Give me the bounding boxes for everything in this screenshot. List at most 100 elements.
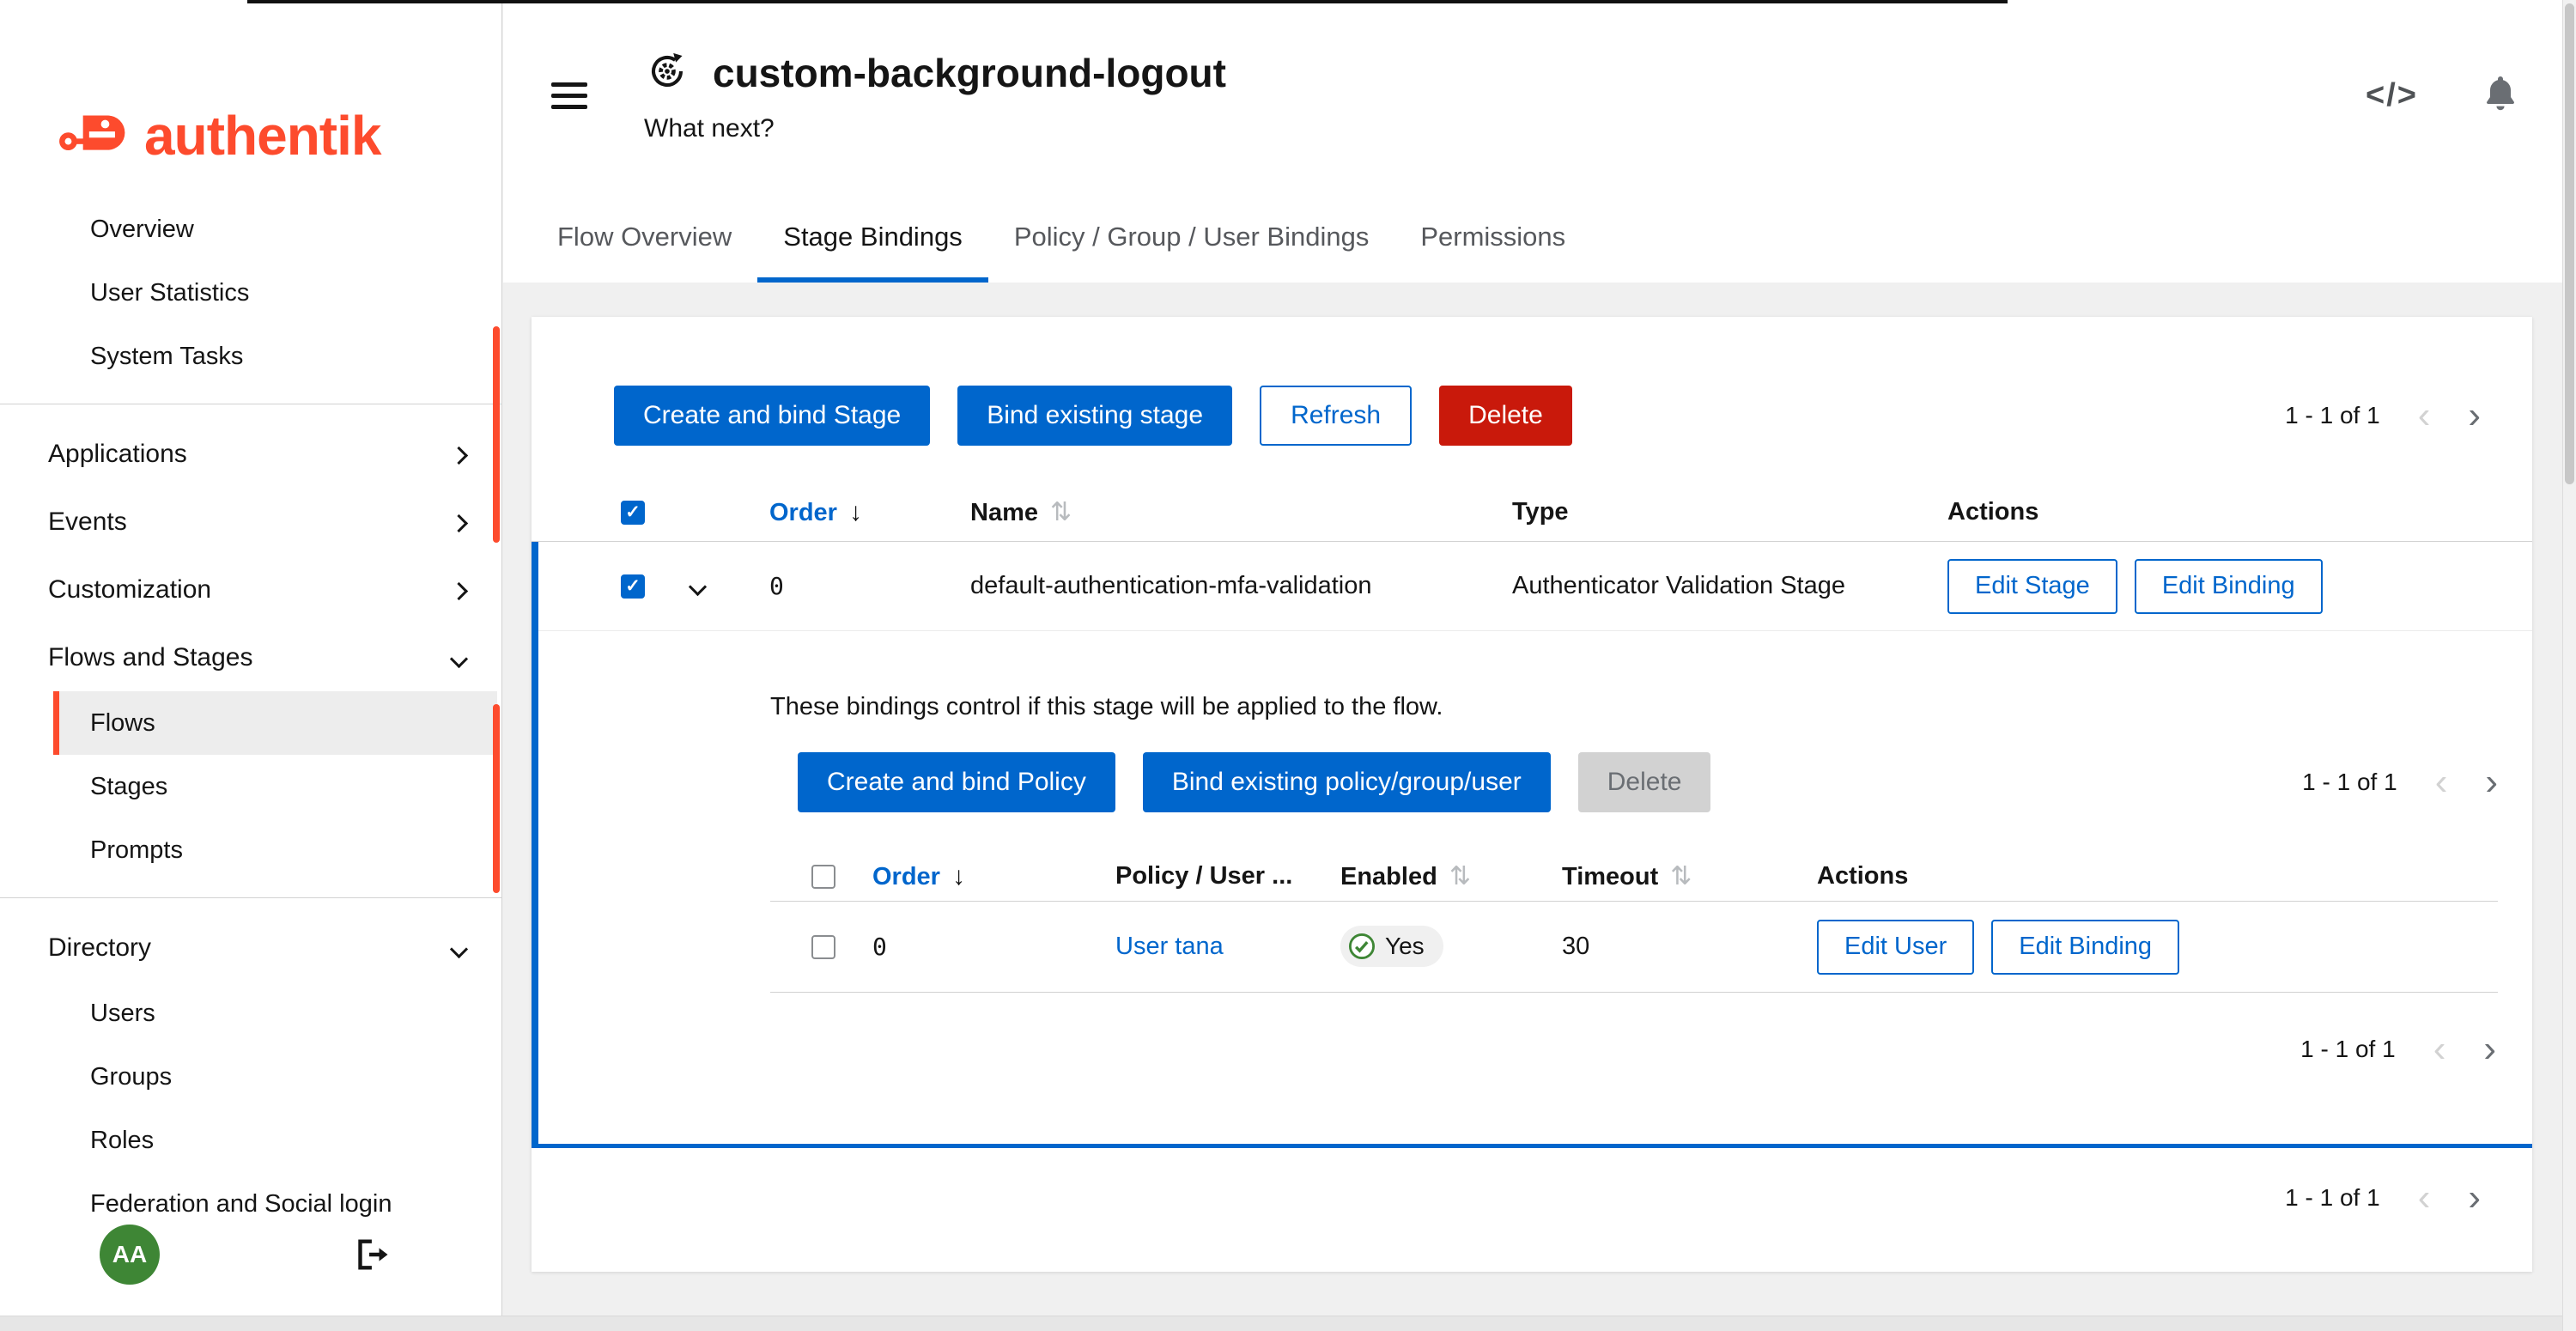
stage-row-group: 0 default-authentication-mfa-validation … xyxy=(532,542,2532,1148)
column-timeout[interactable]: Timeout xyxy=(1562,863,1658,890)
column-order[interactable]: Order xyxy=(872,863,940,890)
notifications-bell-icon[interactable] xyxy=(2480,73,2521,119)
stage-bindings-toolbar: Create and bind Stage Bind existing stag… xyxy=(532,317,2532,446)
edit-binding-button[interactable]: Edit Binding xyxy=(2135,559,2323,614)
create-and-bind-stage-button[interactable]: Create and bind Stage xyxy=(614,386,930,446)
sidebar-section-applications[interactable]: Applications xyxy=(0,420,501,488)
scrollbar-thumb[interactable] xyxy=(2565,3,2574,484)
window-top-edge xyxy=(247,0,2008,3)
sidebar-item-users[interactable]: Users xyxy=(0,982,501,1045)
column-order[interactable]: Order xyxy=(769,499,837,526)
title-block: custom-background-logout What next? xyxy=(644,48,1226,143)
column-policy-user: Policy / User ... xyxy=(1115,862,1292,890)
pagination-prev-icon[interactable]: ‹ xyxy=(2435,763,2448,801)
sidebar-section-directory[interactable]: Directory xyxy=(0,914,501,982)
stage-bindings-card: Create and bind Stage Bind existing stag… xyxy=(532,317,2532,1272)
sidebar-section-customization[interactable]: Customization xyxy=(0,556,501,623)
column-type: Type xyxy=(1512,498,1569,526)
bind-existing-stage-button[interactable]: Bind existing stage xyxy=(957,386,1232,446)
row-order: 0 xyxy=(769,572,784,600)
pagination-prev-icon[interactable]: ‹ xyxy=(2418,1179,2431,1217)
tab-policy-group-user-bindings[interactable]: Policy / Group / User Bindings xyxy=(988,191,1395,283)
refresh-button[interactable]: Refresh xyxy=(1260,386,1412,446)
tab-flow-overview[interactable]: Flow Overview xyxy=(532,191,757,283)
sidebar-item-flows[interactable]: Flows xyxy=(53,691,497,755)
row-expand-chevron-icon[interactable] xyxy=(691,572,704,599)
edit-binding-button[interactable]: Edit Binding xyxy=(1991,920,2179,975)
sidebar-footer: AA xyxy=(0,1221,501,1290)
policy-pagination-bottom: 1 - 1 of 1 ‹ › xyxy=(770,1030,2498,1068)
sidebar-scroll-indicator[interactable] xyxy=(493,704,500,893)
sidebar-item-user-statistics[interactable]: User Statistics xyxy=(0,261,501,325)
sidebar-nav: Overview User Statistics System Tasks Ap… xyxy=(0,198,501,1236)
stage-table-header: Order ↓ Name ⇅ Type Actions xyxy=(532,483,2532,542)
avatar[interactable]: AA xyxy=(100,1225,160,1285)
sort-icon: ⇅ xyxy=(1449,862,1471,890)
delete-policy-binding-button[interactable]: Delete xyxy=(1578,752,1711,812)
row-checkbox[interactable] xyxy=(811,935,835,959)
pagination-next-icon[interactable]: › xyxy=(2483,1030,2496,1068)
header-actions: </> xyxy=(2366,73,2562,119)
column-enabled[interactable]: Enabled xyxy=(1340,863,1437,890)
page-subtitle: What next? xyxy=(644,114,1226,143)
policy-table-row[interactable]: 0 User tana Yes 30 xyxy=(770,902,2498,993)
sidebar-section-events[interactable]: Events xyxy=(0,488,501,556)
flow-icon xyxy=(644,48,690,99)
sidebar: authentik Overview User Statistics Syste… xyxy=(0,0,502,1316)
authentik-logo-icon xyxy=(58,109,132,163)
chevron-right-icon xyxy=(453,440,465,469)
sidebar-item-prompts[interactable]: Prompts xyxy=(0,818,501,882)
tab-permissions[interactable]: Permissions xyxy=(1394,191,1591,283)
row-checkbox[interactable] xyxy=(621,574,645,599)
hamburger-menu-icon[interactable] xyxy=(551,76,587,116)
column-name[interactable]: Name xyxy=(970,499,1038,526)
page-title: custom-background-logout xyxy=(713,50,1226,96)
chevron-right-icon xyxy=(453,507,465,537)
tab-stage-bindings[interactable]: Stage Bindings xyxy=(757,191,988,283)
pagination-next-icon[interactable]: › xyxy=(2468,397,2481,435)
sort-desc-icon: ↓ xyxy=(952,862,965,890)
policy-pagination-top: 1 - 1 of 1 ‹ › xyxy=(2302,763,2498,801)
chevron-down-icon xyxy=(453,933,465,963)
content-area: Create and bind Stage Bind existing stag… xyxy=(503,283,2562,1316)
sidebar-item-roles[interactable]: Roles xyxy=(0,1109,501,1172)
browser-scrollbar[interactable] xyxy=(2562,0,2576,1331)
tab-bar: Flow Overview Stage Bindings Policy / Gr… xyxy=(503,191,2562,283)
policy-table-header: Order ↓ Policy / User ... Enabled ⇅ Timeou… xyxy=(770,852,2498,902)
edit-stage-button[interactable]: Edit Stage xyxy=(1947,559,2117,614)
authentik-logo[interactable]: authentik xyxy=(0,0,501,198)
enabled-label: Yes xyxy=(1385,933,1425,960)
pagination-bottom: 1 - 1 of 1 ‹ › xyxy=(532,1148,2532,1217)
sidebar-item-stages[interactable]: Stages xyxy=(0,755,501,818)
row-timeout: 30 xyxy=(1562,933,1589,960)
pagination-next-icon[interactable]: › xyxy=(2468,1179,2481,1217)
sidebar-section-flows-and-stages[interactable]: Flows and Stages xyxy=(0,623,501,691)
sort-icon: ⇅ xyxy=(1050,498,1072,526)
edit-user-button[interactable]: Edit User xyxy=(1817,920,1974,975)
sidebar-item-system-tasks[interactable]: System Tasks xyxy=(0,325,501,388)
select-all-checkbox[interactable] xyxy=(811,865,835,889)
delete-button[interactable]: Delete xyxy=(1439,386,1572,446)
table-row[interactable]: 0 default-authentication-mfa-validation … xyxy=(538,542,2532,631)
api-code-icon[interactable]: </> xyxy=(2366,77,2418,114)
sidebar-item-groups[interactable]: Groups xyxy=(0,1045,501,1109)
pagination-prev-icon[interactable]: ‹ xyxy=(2433,1030,2446,1068)
sidebar-scroll-indicator[interactable] xyxy=(493,326,500,543)
pagination-top: 1 - 1 of 1 ‹ › xyxy=(2285,397,2481,435)
row-order: 0 xyxy=(872,933,887,961)
sort-desc-icon: ↓ xyxy=(849,498,862,526)
bind-existing-policy-button[interactable]: Bind existing policy/group/user xyxy=(1143,752,1551,812)
logout-icon[interactable] xyxy=(350,1235,390,1279)
create-and-bind-policy-button[interactable]: Create and bind Policy xyxy=(798,752,1115,812)
pagination-label: 1 - 1 of 1 xyxy=(2285,402,2380,429)
column-actions: Actions xyxy=(1947,498,2038,526)
sidebar-divider xyxy=(0,897,501,898)
select-all-checkbox[interactable] xyxy=(621,501,645,525)
pagination-label: 1 - 1 of 1 xyxy=(2302,769,2397,796)
sort-icon: ⇅ xyxy=(1670,862,1692,890)
pagination-next-icon[interactable]: › xyxy=(2485,763,2498,801)
policy-user-link[interactable]: User tana xyxy=(1115,933,1224,960)
sidebar-item-overview[interactable]: Overview xyxy=(0,198,501,261)
policy-bindings-toolbar: Create and bind Policy Bind existing pol… xyxy=(798,752,2498,812)
pagination-prev-icon[interactable]: ‹ xyxy=(2418,397,2431,435)
